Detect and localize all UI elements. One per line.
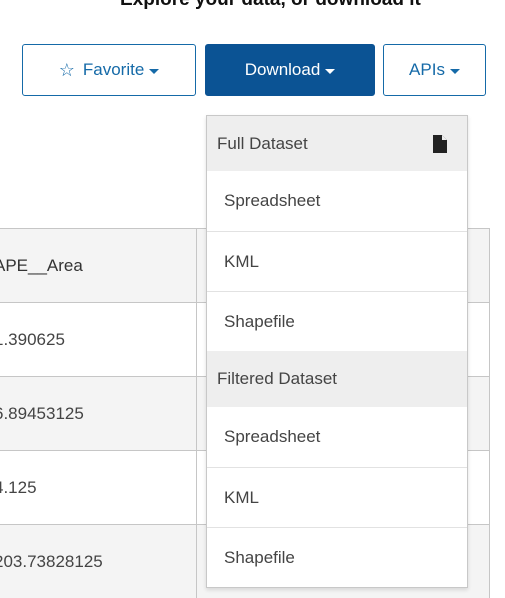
- table-cell: 203.73828125: [0, 525, 197, 598]
- download-button[interactable]: Download: [205, 44, 375, 96]
- filtered-shapefile-item[interactable]: Shapefile: [207, 527, 467, 587]
- apis-button[interactable]: APIs: [383, 44, 486, 96]
- favorite-label: Favorite: [82, 60, 145, 79]
- page-heading: Explore your data, or download it: [0, 0, 505, 22]
- table-cell: 6.89453125: [0, 377, 197, 450]
- chevron-down-icon: [325, 69, 336, 74]
- full-dataset-section-header: Full Dataset: [207, 116, 467, 171]
- full-kml-item[interactable]: KML: [207, 231, 467, 291]
- full-shapefile-item[interactable]: Shapefile: [207, 291, 467, 351]
- download-label: Download: [244, 60, 321, 79]
- full-dataset-label: Full Dataset: [217, 133, 308, 153]
- table-cell: 1.390625: [0, 303, 197, 376]
- favorite-button[interactable]: ☆ Favorite: [22, 44, 196, 96]
- chevron-down-icon: [149, 69, 160, 74]
- filtered-kml-item[interactable]: KML: [207, 467, 467, 527]
- page-heading-text: Explore your data, or download it: [120, 0, 421, 11]
- filtered-dataset-label: Filtered Dataset: [217, 369, 337, 388]
- column-header-area[interactable]: APE__Area: [0, 229, 197, 302]
- table-cell: 4.125: [0, 451, 197, 524]
- full-spreadsheet-item[interactable]: Spreadsheet: [207, 171, 467, 231]
- file-icon: [433, 134, 447, 153]
- filtered-dataset-section-header: Filtered Dataset: [207, 351, 467, 407]
- apis-label: APIs: [409, 60, 445, 79]
- star-icon: ☆: [58, 59, 75, 80]
- download-dropdown-menu: Full Dataset Spreadsheet KML Shapefile F…: [206, 115, 468, 588]
- chevron-down-icon: [449, 69, 460, 74]
- filtered-spreadsheet-item[interactable]: Spreadsheet: [207, 407, 467, 467]
